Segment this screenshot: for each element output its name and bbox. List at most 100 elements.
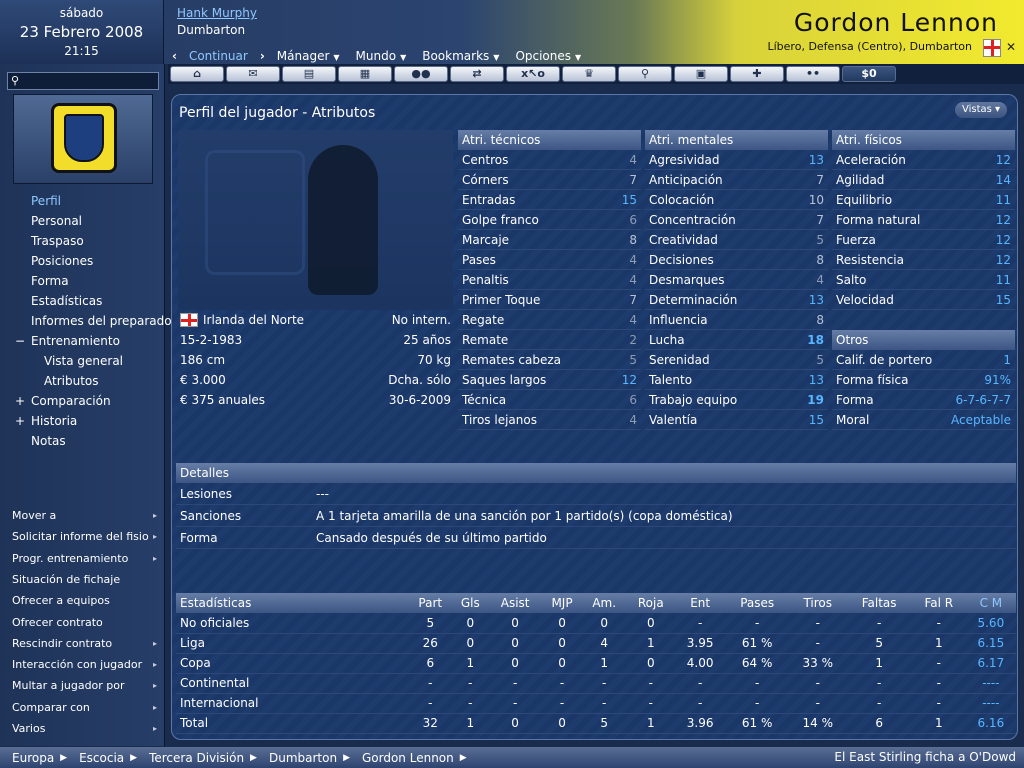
attribute-row[interactable]: Centros 4	[458, 150, 641, 170]
attribute-row[interactable]: Talento 13	[645, 370, 828, 390]
manager-link[interactable]: Hank Murphy	[177, 6, 257, 20]
menu-options[interactable]: Opciones ▼	[509, 49, 587, 63]
transfer-icon[interactable]: ⇄	[450, 66, 504, 82]
attribute-row[interactable]: Forma física 91%	[832, 370, 1015, 390]
sidebar-action-9[interactable]: Comparar con ▸	[12, 701, 157, 714]
expand-toggle-icon[interactable]: −	[15, 334, 25, 348]
attribute-row[interactable]: Golpe franco 6	[458, 210, 641, 230]
calendar-icon[interactable]: ▦	[338, 66, 392, 82]
stats-column-header[interactable]: Part	[408, 593, 453, 613]
attribute-row[interactable]: Aceleración 12	[832, 150, 1015, 170]
sidebar-action-7[interactable]: Interacción con jugador ▸	[12, 658, 157, 671]
stats-row[interactable]: Internacional - - - - - - - - - - - ----	[176, 693, 1016, 714]
match-icon[interactable]: ••	[786, 66, 840, 82]
breadcrumb-arrow-icon[interactable]: ▶	[460, 753, 467, 763]
sidebar-action-6[interactable]: Rescindir contrato ▸	[12, 637, 157, 650]
sidebar-item-1[interactable]: Personal	[31, 214, 82, 228]
stats-column-header[interactable]: MJP	[542, 593, 582, 613]
close-icon[interactable]: ✕	[1006, 40, 1016, 54]
expand-toggle-icon[interactable]: +	[15, 414, 25, 428]
attribute-row[interactable]: Velocidad 15	[832, 290, 1015, 310]
attribute-row[interactable]: Pases 4	[458, 250, 641, 270]
stats-row[interactable]: Liga 26 0 0 0 4 1 3.95 61 % -5 1 6.15	[176, 633, 1016, 654]
team-icon[interactable]: ●●	[394, 66, 448, 82]
menu-bookmarks[interactable]: Bookmarks ▼	[416, 49, 505, 63]
sidebar-item-0[interactable]: Perfil	[31, 194, 61, 208]
menu-world[interactable]: Mundo ▼	[350, 49, 413, 63]
attribute-row[interactable]: Agresividad 13	[645, 150, 828, 170]
attribute-row[interactable]: Serenidad 5	[645, 350, 828, 370]
notebook-icon[interactable]: ▤	[282, 66, 336, 82]
sidebar-action-8[interactable]: Multar a jugador por ▸	[12, 679, 157, 692]
sidebar-item-12[interactable]: Notas	[31, 434, 66, 448]
attribute-row[interactable]: Salto 11	[832, 270, 1015, 290]
stats-column-header[interactable]: Asist	[488, 593, 543, 613]
stats-column-header[interactable]: Roja	[626, 593, 676, 613]
sidebar-action-2[interactable]: Progr. entrenamiento ▸	[12, 552, 157, 565]
attribute-row[interactable]: Fuerza 12	[832, 230, 1015, 250]
attribute-row[interactable]: Anticipación 7	[645, 170, 828, 190]
sidebar-action-1[interactable]: Solicitar informe del fisio ▸	[12, 530, 157, 543]
attribute-row[interactable]: Remate 2	[458, 330, 641, 350]
stats-row[interactable]: Copa 6 1 0 0 1 0 4.00 64 % 33 % 1-6.17	[176, 653, 1016, 674]
attribute-row[interactable]: Técnica 6	[458, 390, 641, 410]
stats-column-header[interactable]: Faltas	[846, 593, 912, 613]
sidebar-item-5[interactable]: Estadísticas	[31, 294, 102, 308]
finances-button[interactable]: $0	[842, 66, 896, 82]
attribute-row[interactable]: Influencia 8	[645, 310, 828, 330]
breadcrumb-item[interactable]: Tercera División	[137, 751, 250, 765]
sidebar-item-9[interactable]: Atributos	[44, 374, 99, 388]
sidebar-item-3[interactable]: Posiciones	[31, 254, 93, 268]
mail-icon[interactable]: ✉	[226, 66, 280, 82]
medical-icon[interactable]: ✚	[730, 66, 784, 82]
attribute-row[interactable]: Colocación 10	[645, 190, 828, 210]
breadcrumb-item[interactable]: Gordon Lennon	[350, 751, 460, 765]
sidebar-action-4[interactable]: Ofrecer a equipos	[12, 594, 157, 607]
attribute-row[interactable]: Decisiones 8	[645, 250, 828, 270]
forward-icon[interactable]: ›	[258, 49, 267, 63]
views-dropdown[interactable]: Vistas ▾	[955, 102, 1007, 118]
attribute-row[interactable]: Entradas 15	[458, 190, 641, 210]
breadcrumb-arrow-icon[interactable]: ▶	[343, 753, 350, 763]
scout-icon[interactable]: ▣	[674, 66, 728, 82]
stats-column-header[interactable]: Estadísticas	[176, 593, 408, 613]
attribute-row[interactable]: Trabajo equipo 19	[645, 390, 828, 410]
attribute-row[interactable]: Valentía 15	[645, 410, 828, 430]
sidebar-item-11[interactable]: + Historia	[15, 414, 77, 428]
stats-column-header[interactable]: Ent	[675, 593, 726, 613]
breadcrumb-item[interactable]: Europa	[0, 751, 60, 765]
stats-column-header[interactable]: Tiros	[789, 593, 847, 613]
attribute-row[interactable]: Primer Toque 7	[458, 290, 641, 310]
sidebar-item-7[interactable]: − Entrenamiento	[15, 334, 120, 348]
stats-column-header[interactable]: Pases	[725, 593, 790, 613]
tactics-icon[interactable]: x↖o	[506, 66, 560, 82]
breadcrumb-arrow-icon[interactable]: ▶	[130, 753, 137, 763]
continue-button[interactable]: Continuar	[183, 49, 254, 63]
attribute-row[interactable]: Lucha 18	[645, 330, 828, 350]
attribute-row[interactable]: Moral Aceptable	[832, 410, 1015, 430]
trophy-icon[interactable]: ♛	[562, 66, 616, 82]
attribute-row[interactable]: Tiros lejanos 4	[458, 410, 641, 430]
sidebar-item-2[interactable]: Traspaso	[31, 234, 84, 248]
sidebar-action-3[interactable]: Situación de fichaje	[12, 573, 157, 586]
date-box[interactable]: sábado 23 Febrero 2008 21:15	[0, 0, 164, 64]
attribute-row[interactable]: Creatividad 5	[645, 230, 828, 250]
sidebar-action-10[interactable]: Varios ▸	[12, 722, 157, 735]
back-icon[interactable]: ‹	[170, 49, 179, 63]
stats-column-header[interactable]: Gls	[452, 593, 489, 613]
breadcrumb-arrow-icon[interactable]: ▶	[250, 753, 257, 763]
sidebar-item-10[interactable]: + Comparación	[15, 394, 111, 408]
attribute-row[interactable]: Equilibrio 11	[832, 190, 1015, 210]
attribute-row[interactable]: Penaltis 4	[458, 270, 641, 290]
search-icon[interactable]: ⚲	[618, 66, 672, 82]
attribute-row[interactable]: Regate 4	[458, 310, 641, 330]
breadcrumb-arrow-icon[interactable]: ▶	[60, 753, 67, 763]
menu-manager[interactable]: Mánager ▼	[271, 49, 346, 63]
stats-row[interactable]: No oficiales 5 0 0 0 0 0- - - - -5.60	[176, 613, 1016, 634]
breadcrumb-item[interactable]: Escocia	[67, 751, 130, 765]
home-icon[interactable]: ⌂	[170, 66, 224, 82]
stats-column-header[interactable]: Fal R	[911, 593, 966, 613]
attribute-row[interactable]: Agilidad 14	[832, 170, 1015, 190]
news-ticker[interactable]: El East Stirling ficha a O'Dowd	[834, 750, 1016, 764]
attribute-row[interactable]: Forma natural 12	[832, 210, 1015, 230]
